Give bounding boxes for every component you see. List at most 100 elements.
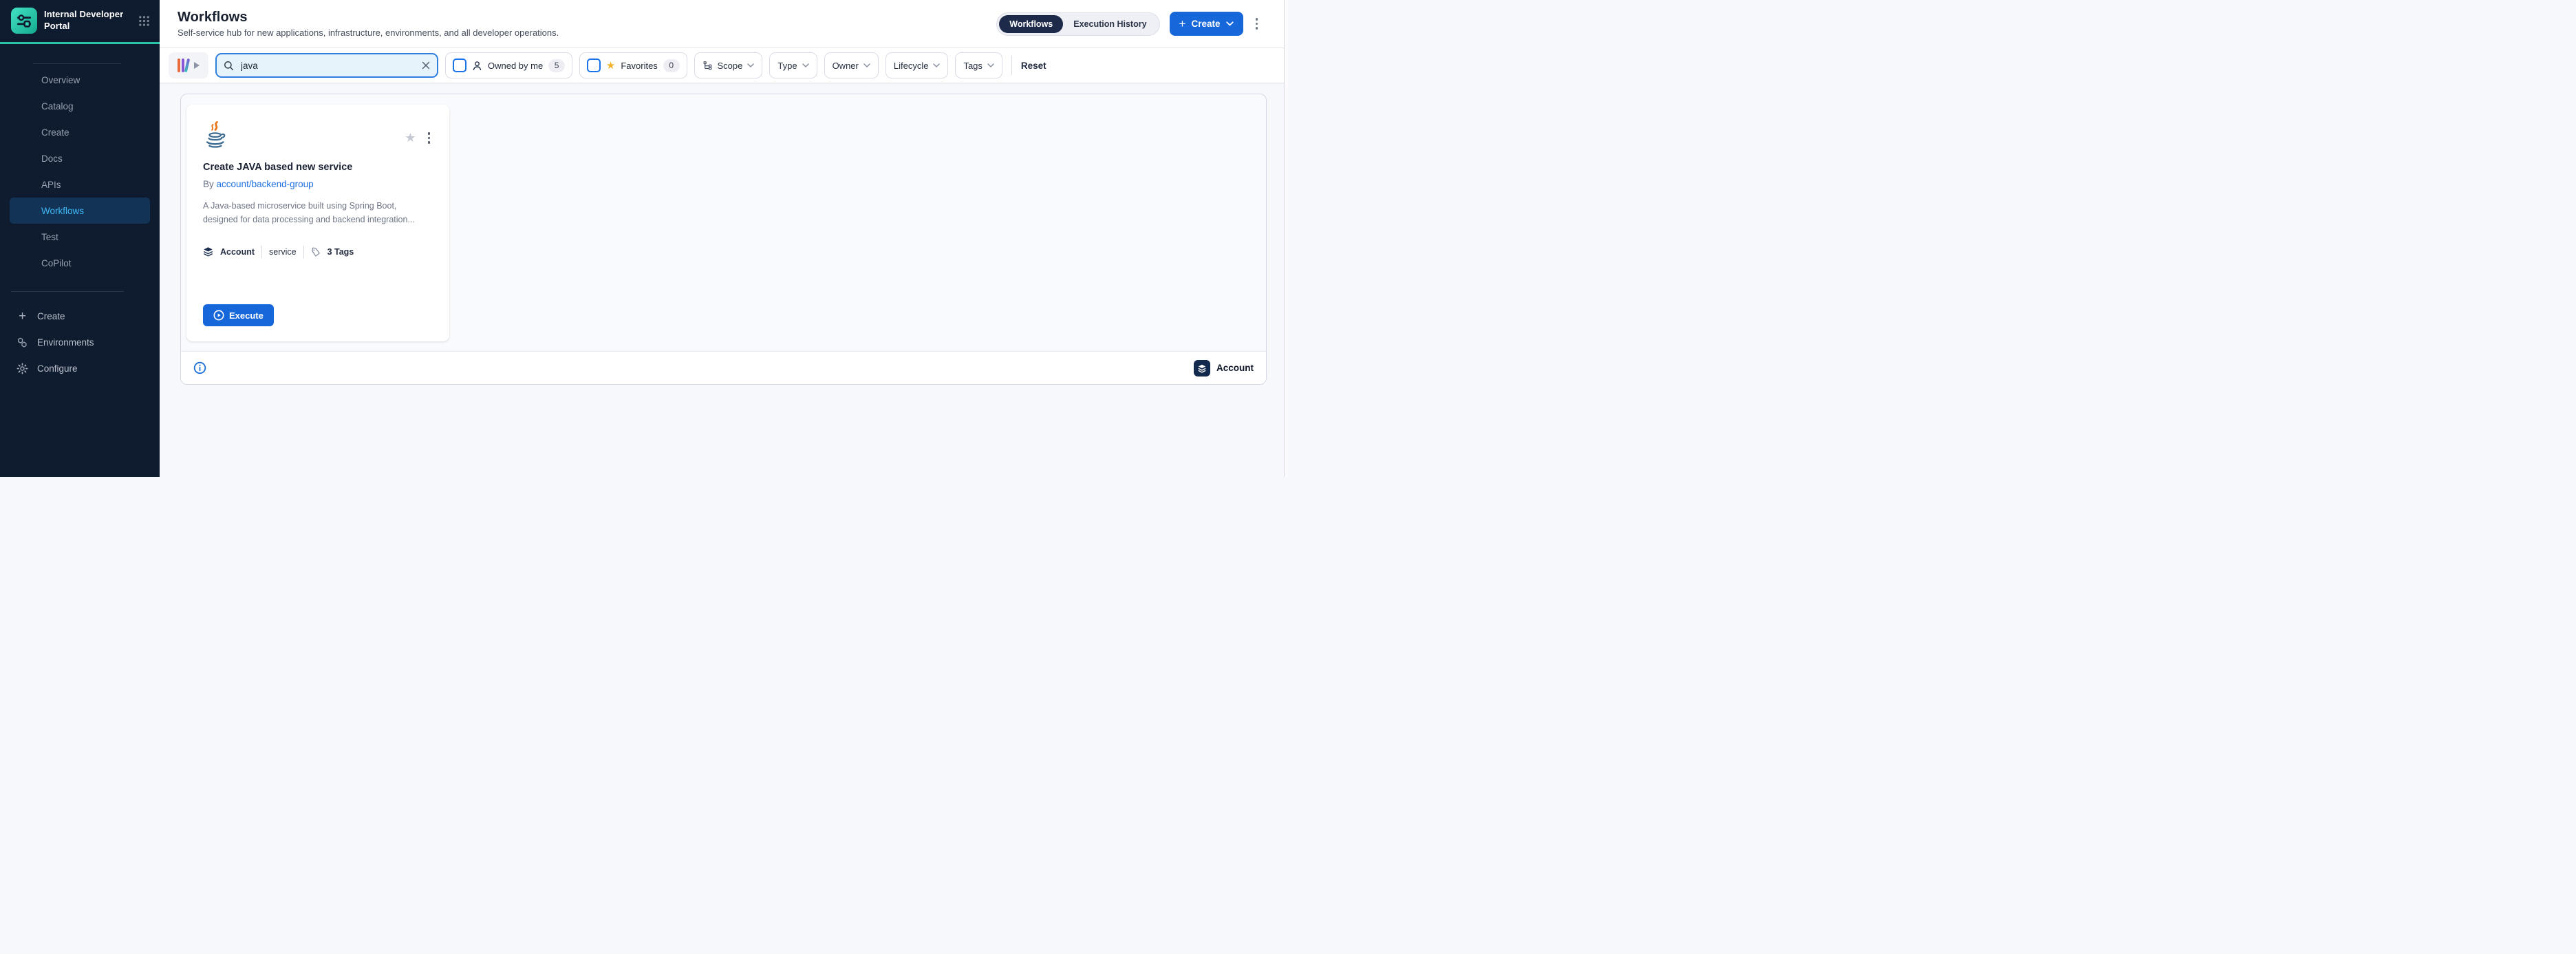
sidebar-nav: Overview Catalog Create Docs APIs Workfl… — [0, 67, 160, 276]
info-icon[interactable] — [193, 361, 206, 374]
content-area: ★ Create JAVA based new service By accou… — [160, 84, 1288, 477]
scope-badge: Account — [1194, 360, 1254, 377]
apps-grid-icon[interactable] — [138, 15, 150, 27]
divider — [1011, 56, 1012, 75]
sidebar-divider — [11, 291, 124, 292]
filter-bar: Owned by me 5 ★ Favorites 0 S — [160, 48, 1288, 83]
view-toggle: Workflows Execution History — [996, 12, 1159, 36]
saved-filters-button[interactable] — [169, 52, 208, 78]
sidebar-item-test[interactable]: Test — [0, 224, 160, 250]
library-bars-icon — [178, 59, 189, 73]
play-circle-icon — [213, 310, 224, 321]
favorite-star-icon[interactable]: ★ — [405, 131, 416, 144]
scope-dropdown[interactable]: Scope — [694, 52, 763, 78]
sidebar-item-copilot[interactable]: CoPilot — [0, 250, 160, 276]
chevron-down-icon — [987, 63, 994, 67]
sidebar-item-overview[interactable]: Overview — [0, 67, 160, 93]
type-dropdown[interactable]: Type — [769, 52, 817, 78]
dropdown-label: Tags — [963, 61, 982, 71]
workflow-owner-line: By account/backend-group — [203, 179, 433, 189]
dropdown-label: Lifecycle — [894, 61, 929, 71]
sidebar-item-workflows[interactable]: Workflows — [10, 198, 150, 224]
filter-label: Favorites — [621, 61, 657, 71]
sidebar-item-configure[interactable]: Configure — [0, 355, 160, 381]
owner-link[interactable]: account/backend-group — [217, 179, 314, 189]
search-icon — [224, 61, 234, 71]
divider — [261, 246, 262, 258]
meta-tags: 3 Tags — [328, 247, 354, 257]
dropdown-label: Owner — [833, 61, 859, 71]
app-title: Internal Developer Portal — [44, 9, 131, 32]
dropdown-label: Scope — [718, 61, 743, 71]
java-icon — [203, 121, 228, 153]
clear-icon[interactable] — [422, 61, 430, 70]
by-label: By — [203, 179, 214, 189]
execute-label: Execute — [229, 310, 264, 321]
filter-label: Owned by me — [488, 61, 543, 71]
tags-dropdown[interactable]: Tags — [955, 52, 1002, 78]
card-kebab-icon[interactable] — [425, 129, 433, 147]
tag-icon — [311, 247, 321, 257]
sidebar-item-catalog[interactable]: Catalog — [0, 93, 160, 119]
scope-badge-label: Account — [1216, 363, 1254, 373]
hierarchy-icon — [702, 61, 713, 71]
search-box — [215, 53, 438, 78]
tab-execution-history[interactable]: Execution History — [1063, 15, 1157, 33]
plus-icon: + — [1179, 18, 1186, 30]
tab-workflows[interactable]: Workflows — [999, 15, 1063, 33]
create-button[interactable]: + Create — [1170, 12, 1243, 36]
person-icon — [472, 61, 482, 71]
sidebar-item-create[interactable]: Create — [0, 119, 160, 145]
card-top-row: ★ — [203, 121, 433, 153]
page-subtitle: Self-service hub for new applications, i… — [178, 28, 559, 38]
workflow-title: Create JAVA based new service — [203, 162, 433, 173]
sidebar-item-environments[interactable]: Environments — [0, 329, 160, 355]
sidebar-footer-label: Create — [37, 311, 65, 321]
divider — [303, 246, 304, 258]
chevron-down-icon — [863, 63, 870, 67]
favorites-count-badge: 0 — [663, 59, 680, 72]
sidebar-item-apis[interactable]: APIs — [0, 171, 160, 198]
meta-type: service — [269, 247, 297, 257]
workflow-description: A Java-based microservice built using Sp… — [203, 200, 430, 227]
owner-dropdown[interactable]: Owner — [824, 52, 879, 78]
star-icon: ★ — [606, 61, 615, 71]
layers-icon — [1194, 360, 1210, 377]
sidebar-footer-label: Configure — [37, 363, 78, 374]
sidebar: Internal Developer Portal Overview Catal… — [0, 0, 160, 477]
lifecycle-dropdown[interactable]: Lifecycle — [886, 52, 949, 78]
layers-icon — [203, 246, 213, 257]
chevron-down-icon — [802, 63, 809, 67]
page-scrollbar[interactable] — [1284, 0, 1288, 477]
workflow-meta-row: Account service 3 Tags — [203, 246, 433, 258]
execute-button[interactable]: Execute — [203, 304, 274, 326]
sidebar-footer-label: Environments — [37, 337, 94, 348]
plus-icon: + — [17, 310, 28, 323]
title-block: Workflows Self-service hub for new appli… — [178, 10, 559, 38]
favorites-filter: ★ Favorites 0 — [579, 52, 687, 78]
chevron-down-icon — [747, 63, 754, 67]
header-actions: Workflows Execution History + Create — [996, 12, 1260, 36]
workflows-panel: ★ Create JAVA based new service By accou… — [180, 94, 1267, 385]
sidebar-item-docs[interactable]: Docs — [0, 145, 160, 171]
main-area: Workflows Self-service hub for new appli… — [160, 0, 1288, 477]
create-button-label: Create — [1191, 19, 1220, 29]
chevron-down-icon — [933, 63, 940, 67]
header-kebab-icon[interactable] — [1253, 15, 1261, 32]
app-window: Internal Developer Portal Overview Catal… — [0, 0, 1288, 477]
search-input[interactable] — [239, 60, 416, 72]
page-header: Workflows Self-service hub for new appli… — [160, 0, 1288, 48]
favorites-checkbox[interactable] — [587, 59, 601, 72]
logo-row: Internal Developer Portal — [0, 0, 160, 44]
hexagons-icon — [17, 337, 28, 348]
sidebar-item-create-action[interactable]: + Create — [0, 303, 160, 329]
page-title: Workflows — [178, 10, 559, 25]
gear-icon — [17, 363, 28, 374]
sidebar-divider — [33, 63, 121, 64]
workflow-card[interactable]: ★ Create JAVA based new service By accou… — [186, 105, 449, 341]
owned-by-me-checkbox[interactable] — [453, 59, 466, 72]
reset-filters-button[interactable]: Reset — [1021, 61, 1046, 71]
slider-logo-icon — [15, 12, 33, 30]
meta-scope: Account — [220, 247, 255, 257]
card-actions: ★ — [405, 129, 433, 147]
